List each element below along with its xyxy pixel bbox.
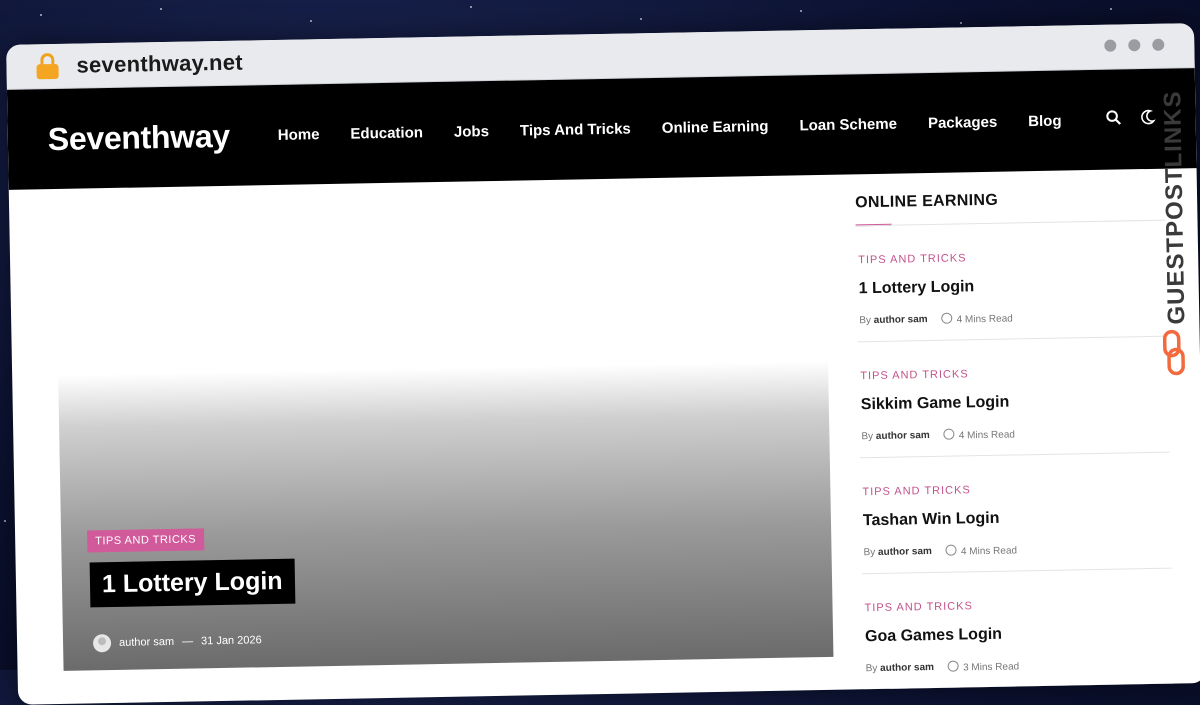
post-category[interactable]: TIPS AND TRICKS <box>862 481 1170 498</box>
post-meta: By author sam 4 Mins Read <box>863 541 1171 560</box>
guestpostlinks-watermark: GUESTPOSTLINKS <box>1153 83 1194 384</box>
post-category[interactable]: TIPS AND TRICKS <box>864 597 1172 614</box>
sidebar-post: TIPS AND TRICKS 1 Lottery Login By autho… <box>855 220 1168 343</box>
window-dot-icon[interactable] <box>1152 38 1165 51</box>
post-title[interactable]: Goa Games Login <box>865 623 1173 647</box>
featured-post[interactable]: TIPS AND TRICKS 1 Lottery Login author s… <box>58 360 834 671</box>
author-avatar <box>92 634 112 653</box>
post-author[interactable]: author sam <box>880 662 934 674</box>
search-icon[interactable] <box>1105 109 1121 125</box>
menu-item-packages[interactable]: Packages <box>928 113 998 131</box>
menu-item-loan-scheme[interactable]: Loan Scheme <box>799 115 897 134</box>
post-category[interactable]: TIPS AND TRICKS <box>858 249 1166 266</box>
main-menu: Home Education Jobs Tips And Tricks Onli… <box>278 112 1062 143</box>
clock-icon <box>945 544 957 556</box>
watermark-text: GUESTPOSTLINKS <box>1159 90 1191 325</box>
sidebar-widget: ONLINE EARNING TIPS AND TRICKS 1 Lottery… <box>854 189 1175 691</box>
browser-window: seventhway.net Seventhway Home Education… <box>6 23 1200 705</box>
clock-icon <box>941 312 953 324</box>
post-author[interactable]: author sam <box>876 430 930 442</box>
post-author[interactable]: author sam <box>878 546 932 558</box>
meta-separator: — <box>181 635 194 648</box>
clock-icon <box>947 660 960 672</box>
sidebar-heading: ONLINE EARNING <box>854 191 999 212</box>
menu-item-home[interactable]: Home <box>278 126 320 144</box>
post-title[interactable]: Sikkim Game Login <box>861 391 1169 415</box>
read-time: 3 Mins Read <box>962 661 1020 674</box>
menu-item-blog[interactable]: Blog <box>1028 112 1062 130</box>
page-content: TIPS AND TRICKS 1 Lottery Login author s… <box>9 168 1200 705</box>
menu-item-tips-and-tricks[interactable]: Tips And Tricks <box>520 120 631 139</box>
post-author[interactable]: author sam <box>874 314 928 326</box>
post-meta: By author sam 4 Mins Read <box>859 309 1167 328</box>
header-actions <box>1105 109 1156 126</box>
window-controls <box>1104 38 1165 52</box>
by-label: By <box>865 663 878 675</box>
read-time: 4 Mins Read <box>956 313 1013 326</box>
lock-icon <box>36 53 59 80</box>
featured-author[interactable]: author sam <box>119 636 174 649</box>
post-category[interactable]: TIPS AND TRICKS <box>860 365 1168 382</box>
menu-item-education[interactable]: Education <box>350 124 423 142</box>
menu-item-jobs[interactable]: Jobs <box>454 123 489 141</box>
clock-icon <box>943 428 955 440</box>
featured-post-title[interactable]: 1 Lottery Login <box>89 558 295 608</box>
post-meta: By author sam 4 Mins Read <box>861 425 1169 444</box>
post-title[interactable]: Tashan Win Login <box>863 507 1171 531</box>
site-logo[interactable]: Seventhway <box>47 117 230 157</box>
featured-post-meta: author sam — 31 Jan 2026 <box>92 631 262 653</box>
menu-item-online-earning[interactable]: Online Earning <box>662 117 769 136</box>
by-label: By <box>861 431 874 443</box>
read-time: 4 Mins Read <box>960 545 1018 558</box>
featured-category-badge[interactable]: TIPS AND TRICKS <box>87 528 205 553</box>
window-dot-icon[interactable] <box>1128 39 1141 52</box>
featured-date: 31 Jan 2026 <box>200 634 262 648</box>
sidebar-post: TIPS AND TRICKS Tashan Win Login By auth… <box>859 452 1172 575</box>
sidebar-post: TIPS AND TRICKS Goa Games Login By autho… <box>861 568 1175 691</box>
post-title[interactable]: 1 Lottery Login <box>859 275 1167 299</box>
by-label: By <box>863 547 876 559</box>
window-dot-icon[interactable] <box>1104 39 1117 52</box>
post-meta: By author sam 3 Mins Read <box>866 657 1174 676</box>
read-time: 4 Mins Read <box>958 429 1016 442</box>
sidebar-post: TIPS AND TRICKS Sikkim Game Login By aut… <box>857 336 1170 459</box>
link-icon <box>1162 329 1185 376</box>
url-text[interactable]: seventhway.net <box>76 50 243 79</box>
by-label: By <box>859 315 872 327</box>
